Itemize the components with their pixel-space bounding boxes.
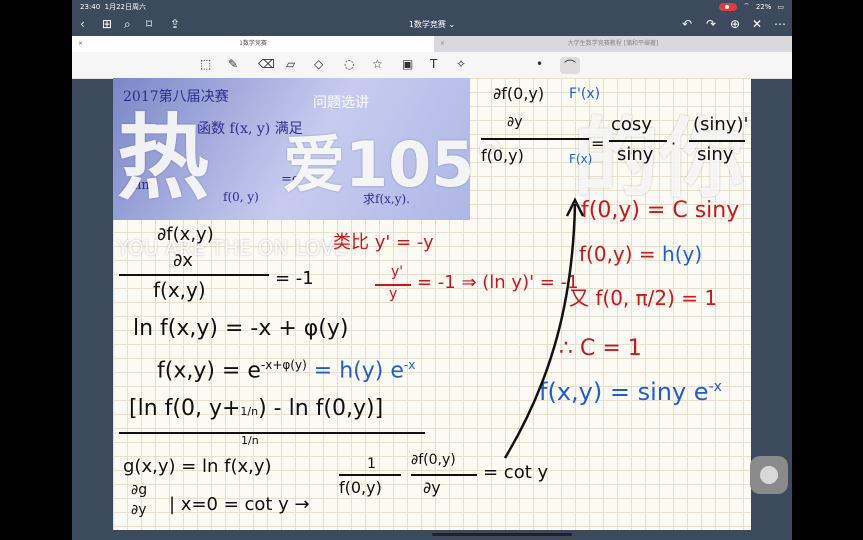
assistive-touch-button[interactable] — [750, 456, 788, 494]
wifi-icon: ⌔ — [743, 2, 750, 10]
lasso-select-icon[interactable]: ◌ — [344, 57, 354, 71]
note-page[interactable]: 2017第八届决赛 问题选讲 函数 f(x, y) 满足 lim f(0, y)… — [113, 78, 751, 530]
battery-icon: ▭ — [777, 2, 784, 11]
battery-level: 22% — [755, 2, 772, 11]
tab-inactive[interactable]: × 大学生数学竞赛教程 [蒲和平编著] — [434, 36, 792, 52]
ipad-screen: 23:40 1月22日周六 ⌔ 22% ▭ ‹ ⊞ ⌕ ⌑ ⇪ 1数学竞赛 ⌄ … — [72, 0, 792, 540]
tab-close-icon[interactable]: × — [440, 36, 445, 52]
home-indicator[interactable] — [432, 533, 572, 536]
stroke-curve-icon[interactable]: ⌒ — [560, 57, 581, 74]
tab-close-icon[interactable]: × — [78, 36, 83, 52]
arrow-annotation — [503, 197, 585, 459]
add-page-icon[interactable]: ⊕ — [730, 17, 740, 31]
pen-icon[interactable]: ✎ — [228, 57, 238, 71]
pen-toolbar: ⬚ ✎ ⌫ ▱ ◇ ◌ ☆ ▣ T ✧ • ⌒ — [72, 52, 792, 79]
star-icon[interactable]: ☆ — [372, 57, 383, 71]
status-time: 23:40 — [80, 3, 101, 11]
app-toolbar: ‹ ⊞ ⌕ ⌑ ⇪ 1数学竞赛 ⌄ ↶ ↷ ⊕ ✕ ⋯ — [72, 14, 792, 36]
shape-icon[interactable]: ◇ — [314, 57, 323, 71]
undo-icon[interactable]: ↶ — [682, 17, 692, 31]
status-date: 1月22日周六 — [104, 3, 147, 11]
eraser-icon[interactable]: ⌫ — [258, 57, 275, 71]
lasso-icon[interactable]: ⬚ — [200, 57, 211, 71]
tab-active[interactable]: × 1数学竞赛 — [72, 36, 434, 52]
screen-recording-icon[interactable] — [719, 2, 738, 11]
status-bar: 23:40 1月22日周六 ⌔ 22% ▭ — [72, 0, 792, 14]
redo-icon[interactable]: ↷ — [706, 17, 716, 31]
close-icon[interactable]: ✕ — [752, 17, 762, 31]
text-icon[interactable]: T — [430, 57, 437, 71]
laser-icon[interactable]: ✧ — [456, 57, 466, 71]
stroke-dot-icon[interactable]: • — [536, 57, 543, 71]
image-icon[interactable]: ▣ — [402, 57, 413, 71]
tab-bar: × 1数学竞赛 × 大学生数学竞赛教程 [蒲和平编著] — [72, 36, 792, 52]
more-icon[interactable]: ⋯ — [774, 17, 786, 31]
highlighter-icon[interactable]: ▱ — [286, 57, 295, 71]
